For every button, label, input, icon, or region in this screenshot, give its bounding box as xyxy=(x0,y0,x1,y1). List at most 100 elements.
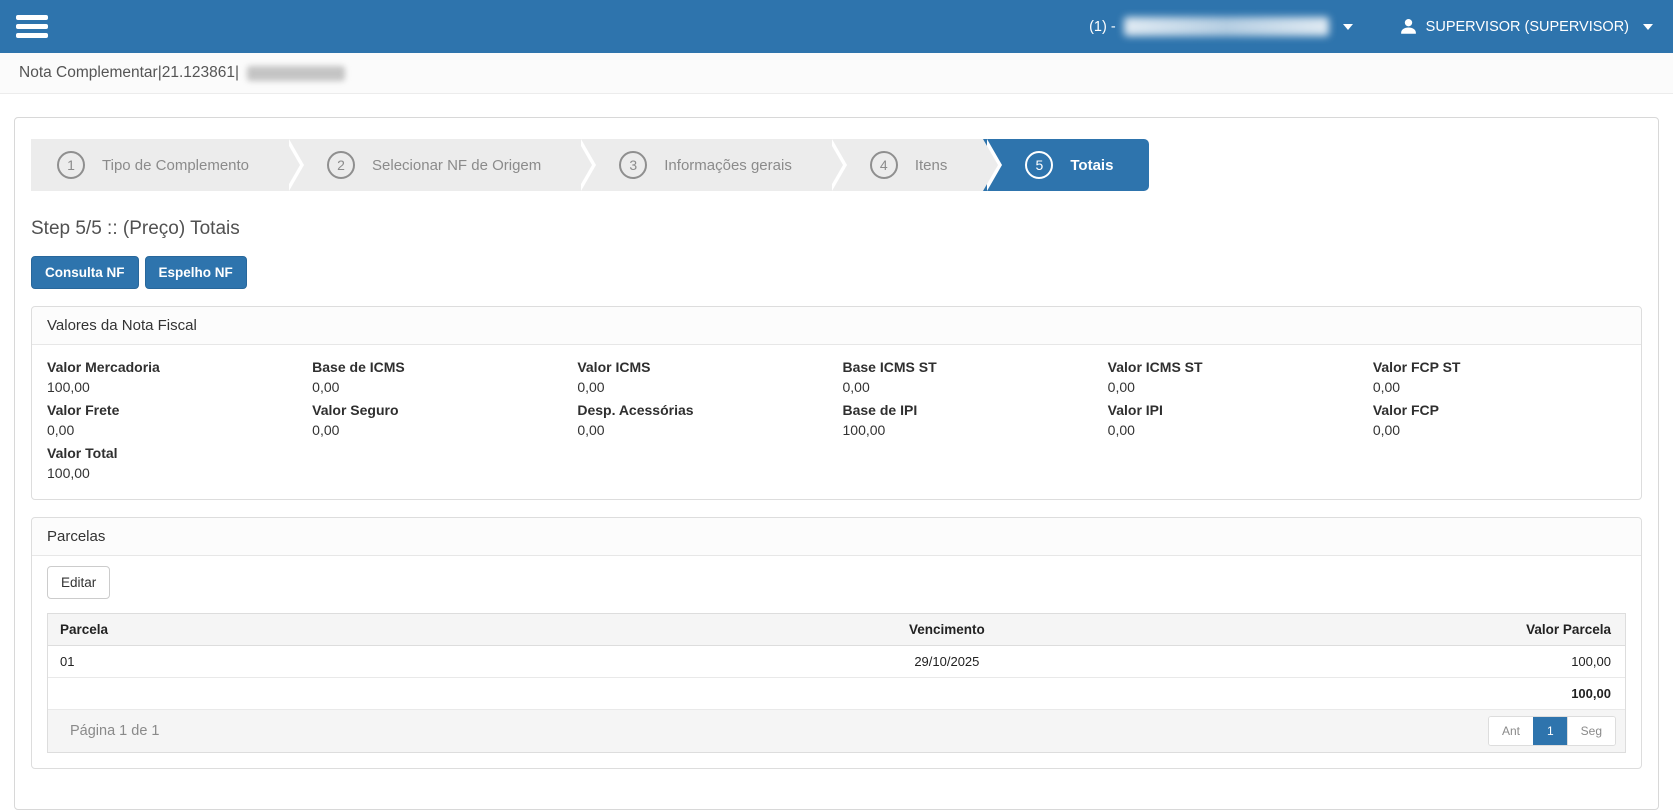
field-value: 0,00 xyxy=(843,377,1096,397)
wizard-steps: 1 Tipo de Complemento 2 Selecionar NF de… xyxy=(31,139,1642,191)
consulta-nf-button[interactable]: Consulta NF xyxy=(31,256,139,289)
pagination-controls: Ant 1 Seg xyxy=(1488,716,1616,746)
person-icon xyxy=(1399,17,1418,36)
field-value: 0,00 xyxy=(1373,377,1626,397)
menu-button[interactable] xyxy=(10,5,54,48)
step-label: Selecionar NF de Origem xyxy=(372,157,541,174)
field-base-de-icms: Base de ICMS 0,00 xyxy=(312,355,565,398)
field-value: 100,00 xyxy=(47,377,300,397)
field-desp-acessorias: Desp. Acessórias 0,00 xyxy=(577,398,830,441)
pagination-next-button[interactable]: Seg xyxy=(1567,717,1615,745)
field-value: 0,00 xyxy=(1373,420,1626,440)
topbar-right: (1) - SUPERVISOR (SUPERVISOR) xyxy=(1089,17,1653,36)
top-navbar: (1) - SUPERVISOR (SUPERVISOR) xyxy=(0,0,1673,53)
editar-button[interactable]: Editar xyxy=(47,566,110,599)
valores-panel: Valores da Nota Fiscal Valor Mercadoria … xyxy=(31,306,1642,500)
field-valor-frete: Valor Frete 0,00 xyxy=(47,398,300,441)
step-number-badge: 1 xyxy=(57,151,85,179)
field-base-icms-st: Base ICMS ST 0,00 xyxy=(843,355,1096,398)
field-label: Valor FCP ST xyxy=(1373,357,1626,377)
table-total-row: 100,00 xyxy=(48,678,1625,710)
step-number-badge: 3 xyxy=(619,151,647,179)
field-value: 0,00 xyxy=(577,420,830,440)
breadcrumb: Nota Complementar|21.123861| xyxy=(0,53,1673,94)
field-value: 0,00 xyxy=(577,377,830,397)
redacted-branch-name xyxy=(1124,17,1329,36)
branch-prefix: (1) - xyxy=(1089,19,1116,35)
caret-down-icon xyxy=(1643,24,1653,30)
cell-vencimento: 29/10/2025 xyxy=(710,646,1183,677)
field-valor-fcp-st: Valor FCP ST 0,00 xyxy=(1373,355,1626,398)
cell-valor-parcela: 100,00 xyxy=(1183,646,1625,677)
field-valor-icms: Valor ICMS 0,00 xyxy=(577,355,830,398)
step-number-badge: 2 xyxy=(327,151,355,179)
field-label: Valor FCP xyxy=(1373,400,1626,420)
cell-parcela: 01 xyxy=(48,646,710,677)
field-valor-ipi: Valor IPI 0,00 xyxy=(1108,398,1361,441)
step-label: Informações gerais xyxy=(664,157,792,174)
field-label: Valor IPI xyxy=(1108,400,1361,420)
step-label: Itens xyxy=(915,157,948,174)
field-valor-fcp: Valor FCP 0,00 xyxy=(1373,398,1626,441)
total-valor-parcela: 100,00 xyxy=(1183,678,1625,709)
pagination-prev-button[interactable]: Ant xyxy=(1489,717,1533,745)
field-label: Valor ICMS xyxy=(577,357,830,377)
step-label: Tipo de Complemento xyxy=(102,157,249,174)
valores-panel-body: Valor Mercadoria 100,00 Base de ICMS 0,0… xyxy=(32,345,1641,499)
user-label: SUPERVISOR (SUPERVISOR) xyxy=(1426,19,1629,35)
table-row[interactable]: 01 29/10/2025 100,00 xyxy=(48,646,1625,678)
wizard-step-tipo-de-complemento[interactable]: 1 Tipo de Complemento xyxy=(31,139,285,191)
caret-down-icon xyxy=(1343,24,1353,30)
field-label: Valor ICMS ST xyxy=(1108,357,1361,377)
wizard-step-itens[interactable]: 4 Itens xyxy=(828,139,984,191)
redacted-breadcrumb-text xyxy=(247,66,345,81)
field-valor-mercadoria: Valor Mercadoria 100,00 xyxy=(47,355,300,398)
table-header-row: Parcela Vencimento Valor Parcela xyxy=(48,614,1625,646)
table-footer: Página 1 de 1 Ant 1 Seg xyxy=(48,710,1625,752)
wizard-step-selecionar-nf-origem[interactable]: 2 Selecionar NF de Origem xyxy=(285,139,577,191)
field-label: Base de ICMS xyxy=(312,357,565,377)
field-label: Valor Frete xyxy=(47,400,300,420)
wizard-step-totais-active[interactable]: 5 Totais xyxy=(983,139,1149,191)
field-value: 0,00 xyxy=(312,377,565,397)
parcelas-panel-title: Parcelas xyxy=(32,518,1641,556)
espelho-nf-button[interactable]: Espelho NF xyxy=(145,256,247,289)
column-header-parcela: Parcela xyxy=(48,614,710,645)
field-label: Valor Seguro xyxy=(312,400,565,420)
parcelas-panel-body: Editar Parcela Vencimento Valor Parcela … xyxy=(32,556,1641,768)
column-header-valor-parcela: Valor Parcela xyxy=(1183,614,1625,645)
wizard-step-informacoes-gerais[interactable]: 3 Informações gerais xyxy=(577,139,828,191)
hamburger-icon xyxy=(16,15,48,20)
parcelas-panel: Parcelas Editar Parcela Vencimento Valor… xyxy=(31,517,1642,769)
toolbar: Consulta NF Espelho NF xyxy=(31,256,1642,289)
field-value: 0,00 xyxy=(47,420,300,440)
field-value: 100,00 xyxy=(47,463,300,483)
pagination-page-1-button[interactable]: 1 xyxy=(1533,717,1567,745)
parcelas-toolbar: Editar xyxy=(47,566,1626,599)
field-label: Base ICMS ST xyxy=(843,357,1096,377)
user-menu[interactable]: SUPERVISOR (SUPERVISOR) xyxy=(1399,17,1653,36)
field-label: Desp. Acessórias xyxy=(577,400,830,420)
column-header-vencimento: Vencimento xyxy=(710,614,1183,645)
breadcrumb-title: Nota Complementar|21.123861| xyxy=(19,64,239,82)
field-label: Valor Total xyxy=(47,443,300,463)
valores-panel-title: Valores da Nota Fiscal xyxy=(32,307,1641,345)
field-value: 0,00 xyxy=(312,420,565,440)
pagination-info: Página 1 de 1 xyxy=(70,723,160,739)
field-value: 100,00 xyxy=(843,420,1096,440)
field-label: Valor Mercadoria xyxy=(47,357,300,377)
branch-selector[interactable]: (1) - xyxy=(1089,17,1353,36)
page-title: Step 5/5 :: (Preço) Totais xyxy=(31,218,1642,240)
field-valor-total: Valor Total 100,00 xyxy=(47,441,300,484)
parcelas-table: Parcela Vencimento Valor Parcela 01 29/1… xyxy=(47,613,1626,753)
field-valor-icms-st: Valor ICMS ST 0,00 xyxy=(1108,355,1361,398)
step-label: Totais xyxy=(1070,157,1113,174)
main-content-card: 1 Tipo de Complemento 2 Selecionar NF de… xyxy=(14,117,1659,810)
field-label: Base de IPI xyxy=(843,400,1096,420)
field-valor-seguro: Valor Seguro 0,00 xyxy=(312,398,565,441)
field-value: 0,00 xyxy=(1108,377,1361,397)
step-number-badge: 4 xyxy=(870,151,898,179)
field-value: 0,00 xyxy=(1108,420,1361,440)
valores-fields-grid: Valor Mercadoria 100,00 Base de ICMS 0,0… xyxy=(47,355,1626,484)
field-base-de-ipi: Base de IPI 100,00 xyxy=(843,398,1096,441)
